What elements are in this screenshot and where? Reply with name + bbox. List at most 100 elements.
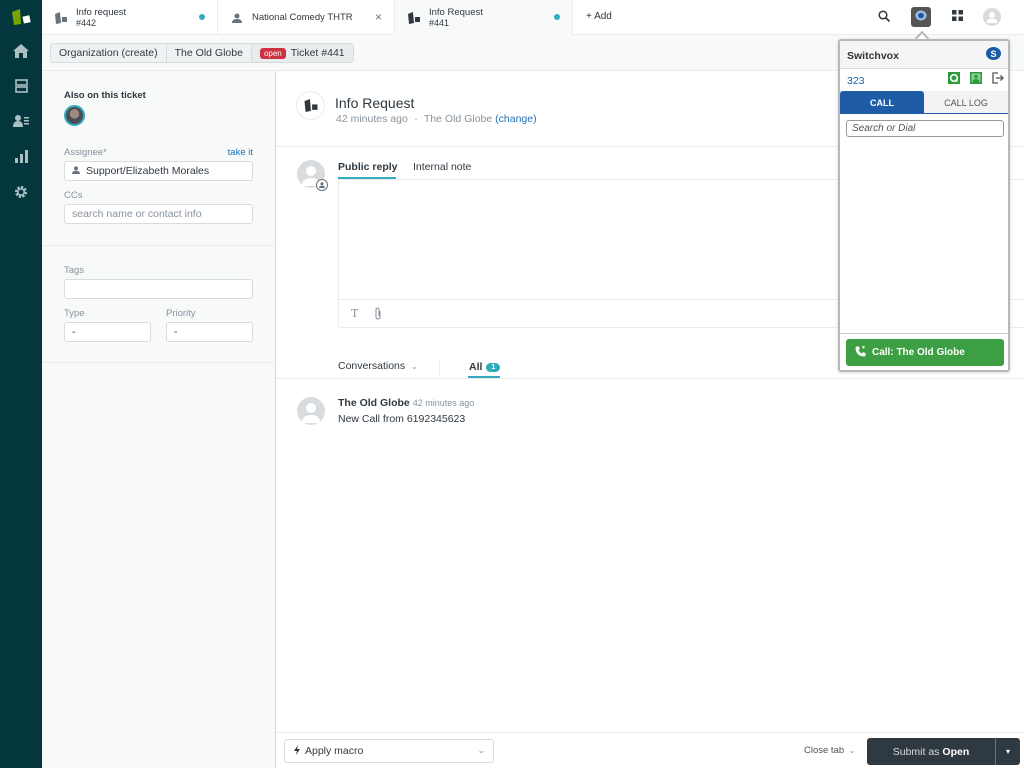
tab-call-log[interactable]: CALL LOG <box>924 91 1008 114</box>
priority-select[interactable]: - <box>166 322 253 342</box>
close-tab-dropdown[interactable]: Close tab ⌄ <box>804 745 855 756</box>
tab-public-reply[interactable]: Public reply <box>338 161 398 173</box>
ticket-subject[interactable]: Info Request <box>335 95 414 111</box>
tab-info-request-441[interactable]: Info Request #441 <box>395 0 573 35</box>
collaborator-avatar[interactable] <box>64 105 85 126</box>
tab-internal-note[interactable]: Internal note <box>413 161 471 173</box>
ticket-footer: Apply macro ⌄ Close tab ⌄ Submit as Open … <box>276 732 1024 768</box>
message-time: 42 minutes ago <box>412 398 475 408</box>
ticket-time: 42 minutes ago <box>336 113 408 125</box>
change-organization-link[interactable]: (change) <box>495 113 536 125</box>
top-bar: Info request #442 National Comedy THTR ×… <box>42 0 1024 35</box>
switchvox-app-button[interactable] <box>911 7 931 27</box>
profile-button[interactable] <box>982 7 1002 27</box>
ccs-input[interactable]: search name or contact info <box>64 204 253 224</box>
ticket-number: Ticket #441 <box>290 47 345 59</box>
call-button[interactable]: Call: The Old Globe <box>846 339 1004 366</box>
also-on-ticket-heading: Also on this ticket <box>64 90 146 101</box>
user-icon <box>72 165 80 177</box>
ccs-label: CCs <box>64 190 83 201</box>
chevron-down-icon: ⌄ <box>477 745 485 755</box>
conversations-filter-label: Conversations <box>338 360 406 372</box>
user-icon <box>230 11 244 25</box>
ticket-channel-icon <box>296 91 325 120</box>
message-header: The Old Globe 42 minutes ago <box>338 397 474 409</box>
submit-prefix: Submit as <box>892 745 940 758</box>
breadcrumb-ticket[interactable]: open Ticket #441 <box>251 44 353 62</box>
tab-call[interactable]: CALL <box>840 91 924 114</box>
assignee-label: Assignee* <box>64 147 107 158</box>
queue-button[interactable] <box>947 72 960 86</box>
tab-subtitle: #441 <box>429 17 450 28</box>
apps-grid-icon <box>951 10 963 24</box>
close-icon[interactable]: × <box>375 10 382 24</box>
apps-button[interactable] <box>947 7 967 27</box>
requester-avatar[interactable] <box>297 397 325 425</box>
tab-title: Info Request <box>429 6 483 18</box>
switchvox-logo-icon: S <box>986 47 1001 60</box>
requester-switch-icon[interactable] <box>316 179 328 191</box>
customers-icon <box>13 114 29 130</box>
assignee-value: Support/Elizabeth Morales <box>86 165 210 177</box>
contacts-button[interactable] <box>969 72 982 87</box>
nav-views[interactable] <box>11 77 31 97</box>
nav-reporting[interactable] <box>11 148 31 168</box>
take-it-link[interactable]: take it <box>228 147 253 158</box>
tab-all-conversations[interactable]: All 1 <box>469 361 501 373</box>
nav-customers[interactable] <box>11 112 31 132</box>
home-icon <box>13 43 29 61</box>
ticket-icon <box>407 11 421 25</box>
gear-icon <box>14 185 28 202</box>
message-author[interactable]: The Old Globe <box>338 397 410 409</box>
submit-status: Open <box>942 745 970 758</box>
status-badge: open <box>259 47 286 59</box>
submit-options-button[interactable]: ▾ <box>995 738 1020 765</box>
message-body: New Call from 6192345623 <box>338 413 466 425</box>
zendesk-logo[interactable] <box>10 8 32 26</box>
close-tab-label: Close tab <box>804 745 845 756</box>
tab-title: National Comedy THTR <box>252 11 353 23</box>
switchvox-popup: Switchvox S 323 CALL CALL LOG Search or … <box>838 39 1010 372</box>
add-tab-button[interactable]: + Add <box>586 11 612 22</box>
breadcrumb-organization[interactable]: Organization (create) <box>51 44 167 62</box>
tags-input[interactable] <box>64 279 253 299</box>
nav-admin[interactable] <box>11 183 31 203</box>
profile-avatar <box>983 8 1001 26</box>
call-button-label: Call: The Old Globe <box>872 347 965 358</box>
lightning-icon <box>294 744 300 758</box>
assignee-field[interactable]: Support/Elizabeth Morales <box>64 161 253 181</box>
ticket-organization: The Old Globe <box>423 113 493 125</box>
apply-macro-label: Apply macro <box>305 745 364 757</box>
submit-button[interactable]: Submit as Open <box>867 738 995 765</box>
tags-label: Tags <box>64 265 85 276</box>
switchvox-header: Switchvox S <box>840 41 1008 69</box>
chevron-down-icon: ⌄ <box>411 362 418 371</box>
attachment-icon[interactable] <box>374 307 382 323</box>
switchvox-tabs: CALL CALL LOG <box>840 91 1008 114</box>
type-select[interactable]: - <box>64 322 151 342</box>
filter-separator <box>439 359 440 375</box>
switchvox-icon <box>915 10 927 24</box>
unread-dot <box>199 14 205 20</box>
ticket-meta: 42 minutes ago • The Old Globe (change) <box>336 113 537 125</box>
nav-home[interactable] <box>11 42 31 62</box>
tab-national-comedy-thtr[interactable]: National Comedy THTR × <box>218 0 395 35</box>
phone-icon <box>855 345 866 360</box>
conversations-filter[interactable]: Conversations ⌄ <box>338 360 418 372</box>
ticket-properties-panel: Also on this ticket Assignee* take it Su… <box>42 71 276 768</box>
search-or-dial-input[interactable]: Search or Dial <box>846 120 1004 137</box>
apply-macro-dropdown[interactable]: Apply macro ⌄ <box>284 739 494 763</box>
breadcrumb-requester[interactable]: The Old Globe <box>167 44 252 62</box>
tab-subtitle: #442 <box>76 17 97 28</box>
tab-info-request-442[interactable]: Info request #442 <box>42 0 218 35</box>
all-label: All <box>469 361 483 373</box>
ticket-icon <box>54 11 68 25</box>
unread-dot <box>554 14 560 20</box>
search-button[interactable] <box>874 7 894 27</box>
switchvox-title: Switchvox <box>847 50 899 62</box>
logout-button[interactable] <box>991 72 1004 86</box>
text-format-icon[interactable]: T <box>351 307 358 320</box>
meta-separator: • <box>414 117 418 124</box>
chevron-down-icon: ▾ <box>1005 747 1010 756</box>
contact-card-icon <box>969 72 982 87</box>
